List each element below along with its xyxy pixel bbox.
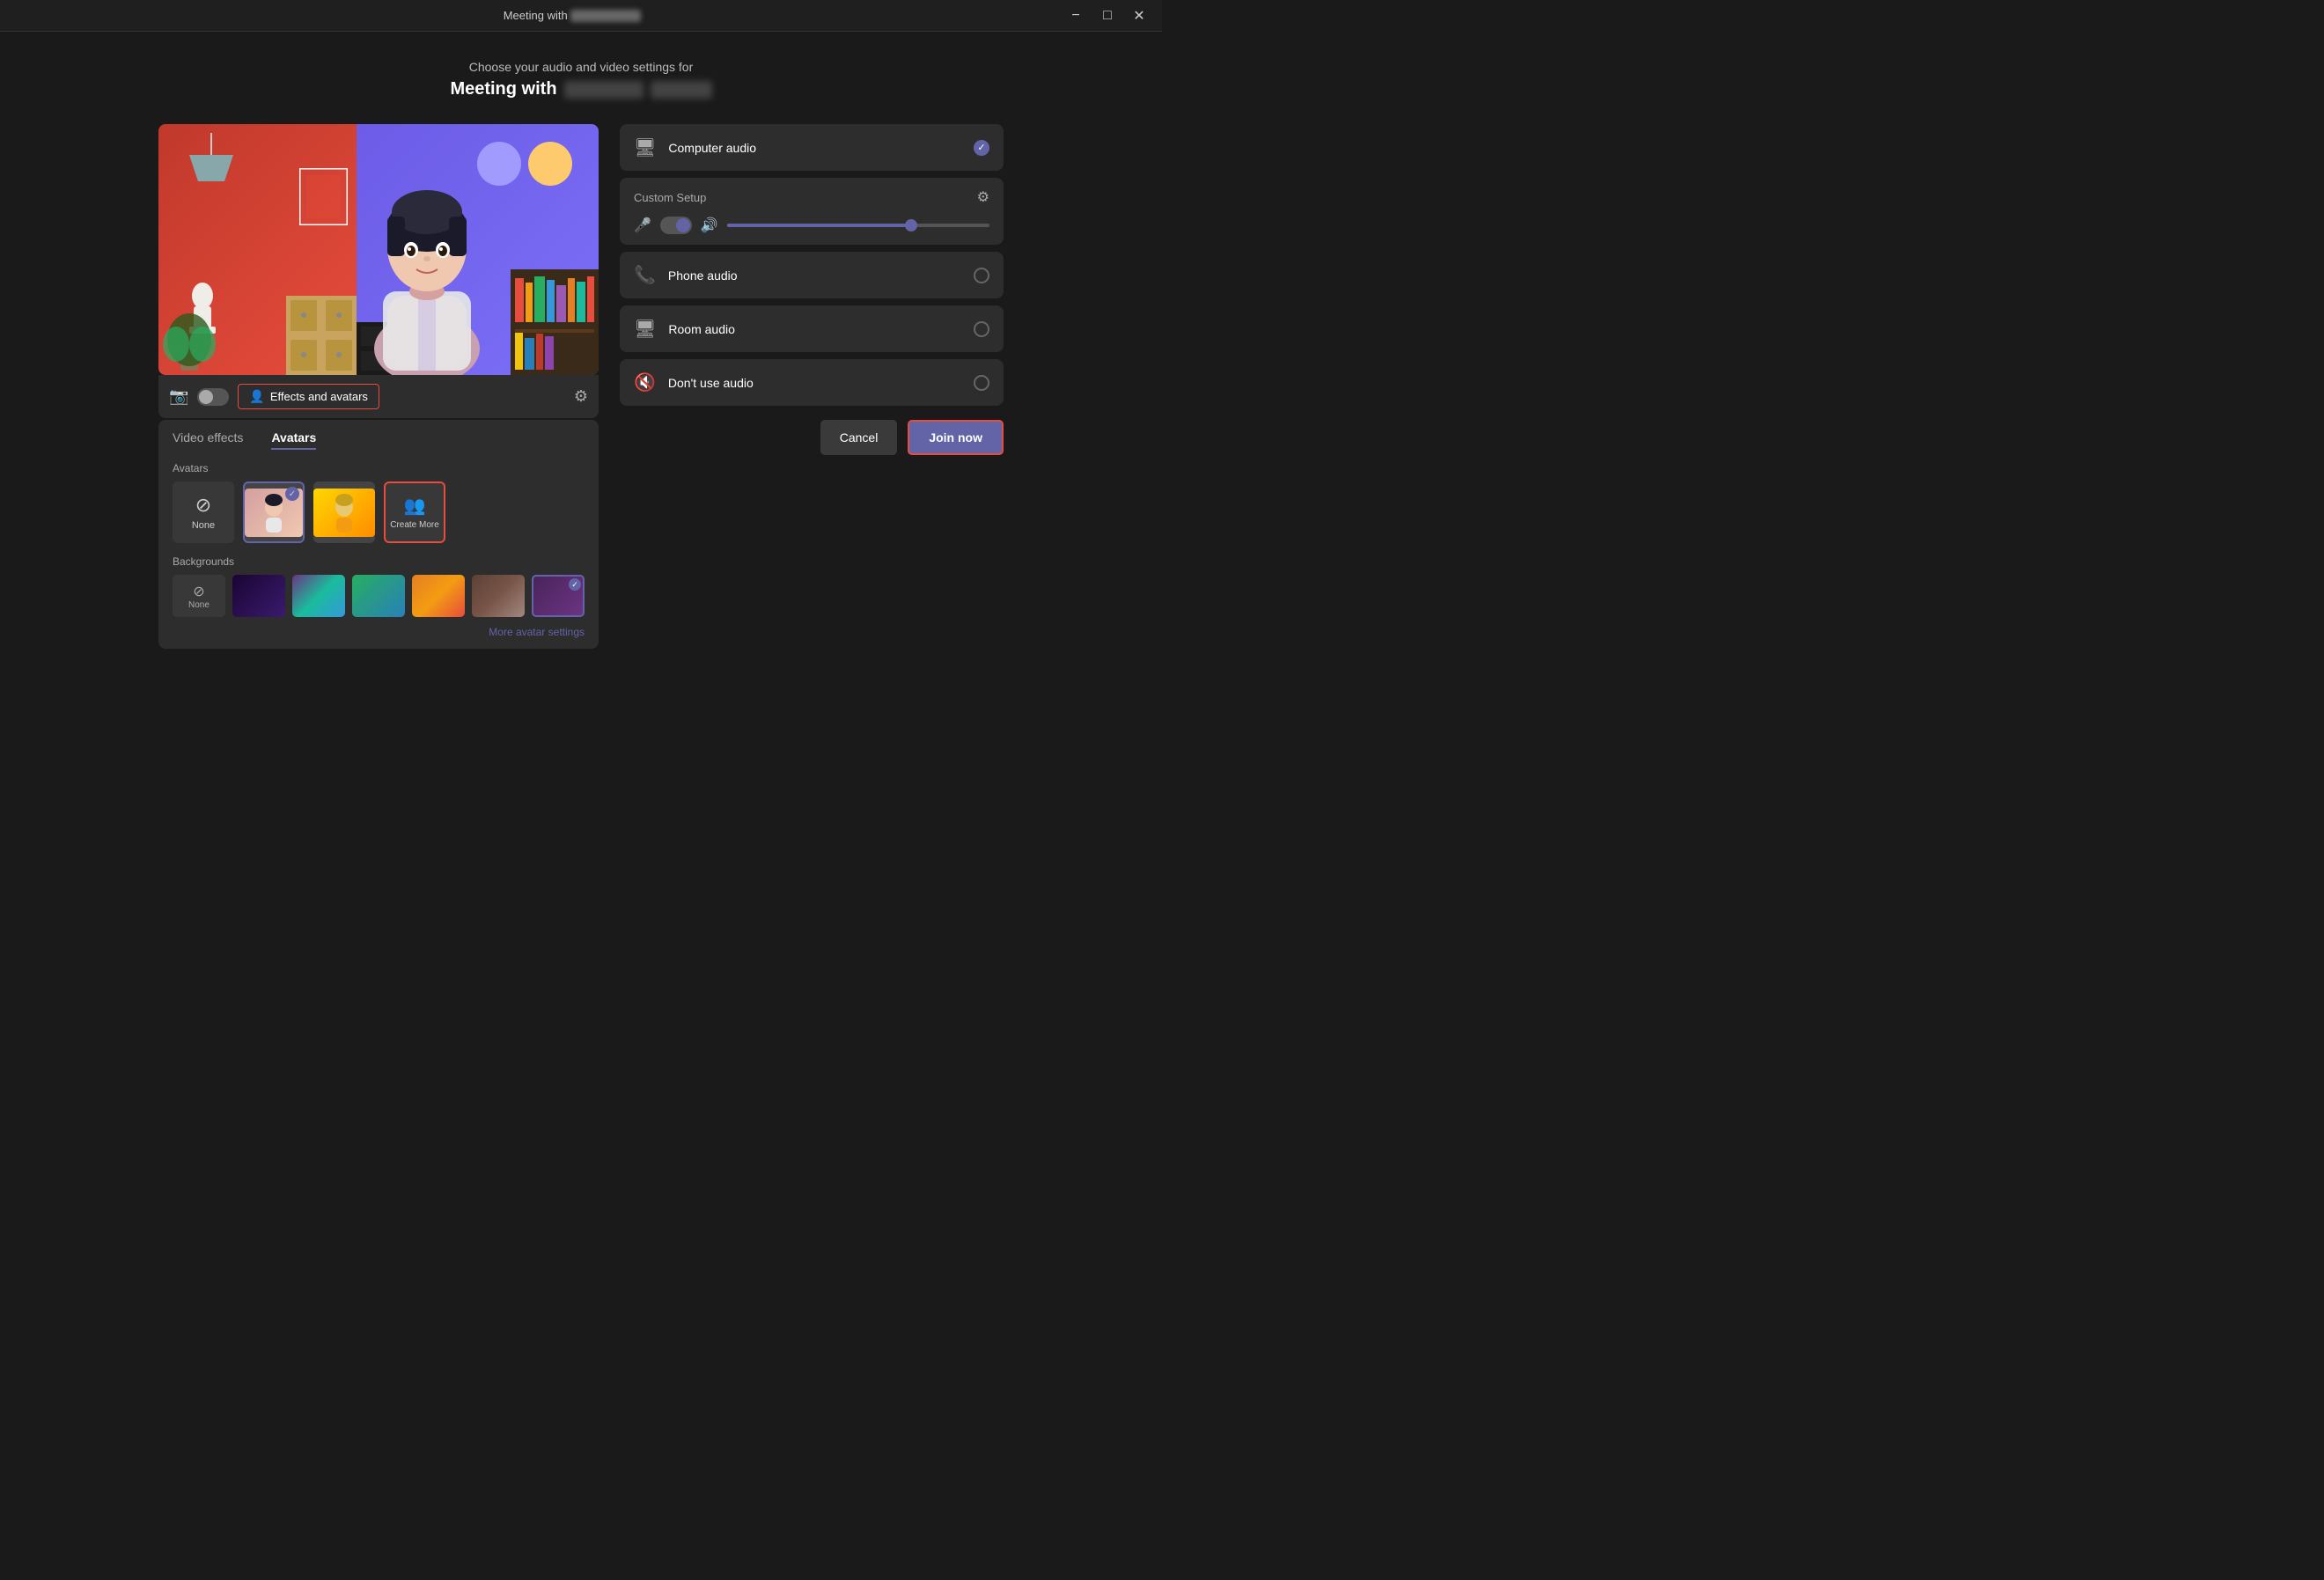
custom-setup-label: Custom Setup [634,191,706,204]
tabs-panel: Video effects Avatars Avatars ⊘ None [158,420,599,649]
right-panel: 🖥 Computer audio Custom Setup ⚙ 🎤 🔊 [620,124,1004,649]
main-area: Choose your audio and video settings for… [0,32,1162,649]
bg-none-icon: ⊘ [193,583,204,600]
none-slash-icon: ⊘ [195,494,211,517]
phone-audio-option[interactable]: 📞 Phone audio [620,252,1004,298]
no-audio-label: Don't use audio [668,376,961,390]
create-more-icon: 👥 [404,495,426,517]
phone-audio-label: Phone audio [668,268,961,283]
avatar-2-option[interactable] [313,481,375,543]
lamp-decoration [185,133,238,203]
video-controls-bar: 📷 👤 Effects and avatars ⚙ [158,375,599,418]
avatar-character [357,155,515,375]
custom-setup-panel: Custom Setup ⚙ 🎤 🔊 [620,178,1004,245]
close-button[interactable]: ✕ [1127,4,1151,28]
computer-audio-icon: 🖥 [634,136,656,158]
window-controls: − □ ✕ [1063,4,1151,28]
bg-nature-option[interactable] [352,575,405,617]
subtitle-text: Choose your audio and video settings for [469,60,694,74]
computer-audio-label: Computer audio [668,141,961,155]
computer-audio-radio [974,140,989,156]
maximize-button[interactable]: □ [1095,4,1120,28]
frame-decoration [299,168,348,225]
bg-bokeh-option[interactable] [232,575,285,617]
no-audio-option[interactable]: 🔇 Don't use audio [620,359,1004,406]
computer-audio-option[interactable]: 🖥 Computer audio [620,124,1004,171]
avatar-bg-right [357,124,599,375]
cancel-button[interactable]: Cancel [820,420,898,455]
room-audio-radio [974,321,989,337]
bg-purple-room-option[interactable]: ✓ [532,575,585,617]
circle-yellow [528,142,572,186]
meeting-title: Meeting with [450,79,711,99]
no-audio-icon: 🔇 [634,371,656,393]
effects-button-label: Effects and avatars [270,390,368,403]
window-title: Meeting with [81,9,1063,23]
video-preview [158,124,599,375]
create-more-option[interactable]: 👥 Create More [384,481,445,543]
effects-avatars-button[interactable]: 👤 Effects and avatars [238,384,379,409]
avatar-bg-left [158,124,357,375]
bg-colorful-option[interactable] [292,575,345,617]
phone-audio-icon: 📞 [634,264,656,286]
camera-off-icon: 📷 [169,387,188,406]
custom-setup-header: Custom Setup ⚙ [634,188,989,206]
room-audio-icon: 🖥 [634,318,656,340]
bg-none-option[interactable]: ⊘ None [173,575,225,617]
join-now-button[interactable]: Join now [908,420,1004,455]
title-bar: Meeting with − □ ✕ [0,0,1162,32]
mic-toggle-knob [676,218,690,232]
bookshelf [511,269,599,375]
content-row: 📷 👤 Effects and avatars ⚙ Video effects [158,124,1004,649]
avatar-scene [158,124,599,375]
plant-decoration [163,300,216,375]
no-audio-radio [974,375,989,391]
backgrounds-section-label: Backgrounds [173,555,585,568]
speaker-icon: 🔊 [701,217,718,234]
left-panel: 📷 👤 Effects and avatars ⚙ Video effects [158,124,599,649]
avatar-2-thumbnail [313,489,375,537]
bg-selected-checkmark: ✓ [569,578,581,591]
avatars-section-label: Avatars [173,462,585,474]
settings-gear-button[interactable]: ⚙ [574,387,588,406]
room-audio-label: Room audio [668,322,961,336]
backgrounds-row: ⊘ None ✓ [173,575,585,617]
volume-fill [727,224,911,227]
avatar-1-option[interactable]: ✓ [243,481,305,543]
mic-toggle[interactable] [660,217,692,234]
phone-audio-radio [974,268,989,283]
mic-muted-icon: 🎤 [634,217,651,234]
dresser-decoration [286,296,357,375]
action-buttons: Cancel Join now [620,420,1004,455]
more-avatar-settings-link[interactable]: More avatar settings [173,626,585,638]
tab-avatars[interactable]: Avatars [271,430,316,450]
volume-thumb [905,219,917,231]
bg-room-option[interactable] [472,575,525,617]
avatar-none-option[interactable]: ⊘ None [173,481,234,543]
camera-toggle[interactable] [197,388,229,406]
tab-video-effects[interactable]: Video effects [173,430,243,450]
toggle-knob [199,390,213,404]
custom-setup-icon[interactable]: ⚙ [977,188,989,206]
minimize-button[interactable]: − [1063,4,1088,28]
bg-orange-option[interactable] [412,575,465,617]
avatars-row: ⊘ None ✓ [173,481,585,543]
tabs-row: Video effects Avatars [173,430,585,450]
effects-icon: 👤 [249,389,264,404]
selected-checkmark: ✓ [285,487,299,501]
volume-slider-row: 🎤 🔊 [634,217,989,234]
volume-slider[interactable] [727,224,989,227]
room-audio-option[interactable]: 🖥 Room audio [620,305,1004,352]
